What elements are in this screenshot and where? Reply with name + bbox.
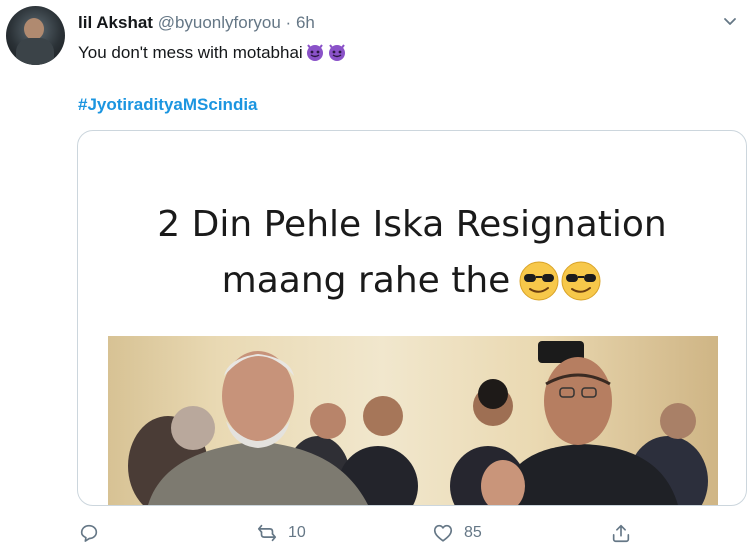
sunglasses-emoji-icon — [561, 261, 601, 301]
tweet-header: lil Akshat @byuonlyforyou · 6h — [78, 13, 315, 33]
reply-button[interactable] — [78, 518, 110, 548]
media-card[interactable]: 2 Din Pehle Iska Resignation maang rahe … — [77, 130, 747, 506]
hashtag-link[interactable]: #JyotiradityaMScindia — [78, 95, 258, 115]
sunglasses-emoji-icon — [519, 261, 559, 301]
tweet-actions: 10 85 — [78, 518, 738, 548]
tweet-text: You don't mess with motabhai — [78, 42, 347, 64]
display-name[interactable]: lil Akshat — [78, 13, 153, 32]
meme-caption: 2 Din Pehle Iska Resignation maang rahe … — [78, 197, 746, 319]
like-icon — [433, 524, 453, 542]
like-button[interactable]: 85 — [432, 518, 482, 548]
retweet-button[interactable]: 10 — [256, 518, 306, 548]
user-handle[interactable]: @byuonlyforyou — [158, 13, 281, 32]
avatar-body — [16, 38, 54, 65]
reply-icon — [80, 524, 98, 542]
devil-emoji-icon — [327, 42, 347, 62]
share-button[interactable] — [610, 518, 632, 548]
tweet-body: You don't mess with motabhai — [78, 43, 303, 62]
avatar-head — [24, 18, 44, 40]
caption-line-2-text: maang rahe the — [221, 260, 511, 301]
devil-emoji-icon — [305, 42, 325, 62]
meme-photo — [108, 336, 718, 505]
retweet-icon — [257, 524, 277, 542]
photo-illustration — [128, 341, 708, 505]
sunglasses-emoji-pair — [518, 260, 602, 319]
caption-line-1: 2 Din Pehle Iska Resignation — [157, 204, 667, 245]
like-count: 85 — [464, 524, 482, 541]
separator-dot: · — [285, 13, 292, 32]
retweet-count: 10 — [288, 524, 306, 541]
chevron-down-icon[interactable] — [722, 14, 738, 30]
share-icon — [612, 524, 630, 543]
caption-line-2: maang rahe the — [78, 253, 746, 319]
tweet-time[interactable]: 6h — [296, 13, 315, 32]
avatar[interactable] — [6, 6, 65, 65]
